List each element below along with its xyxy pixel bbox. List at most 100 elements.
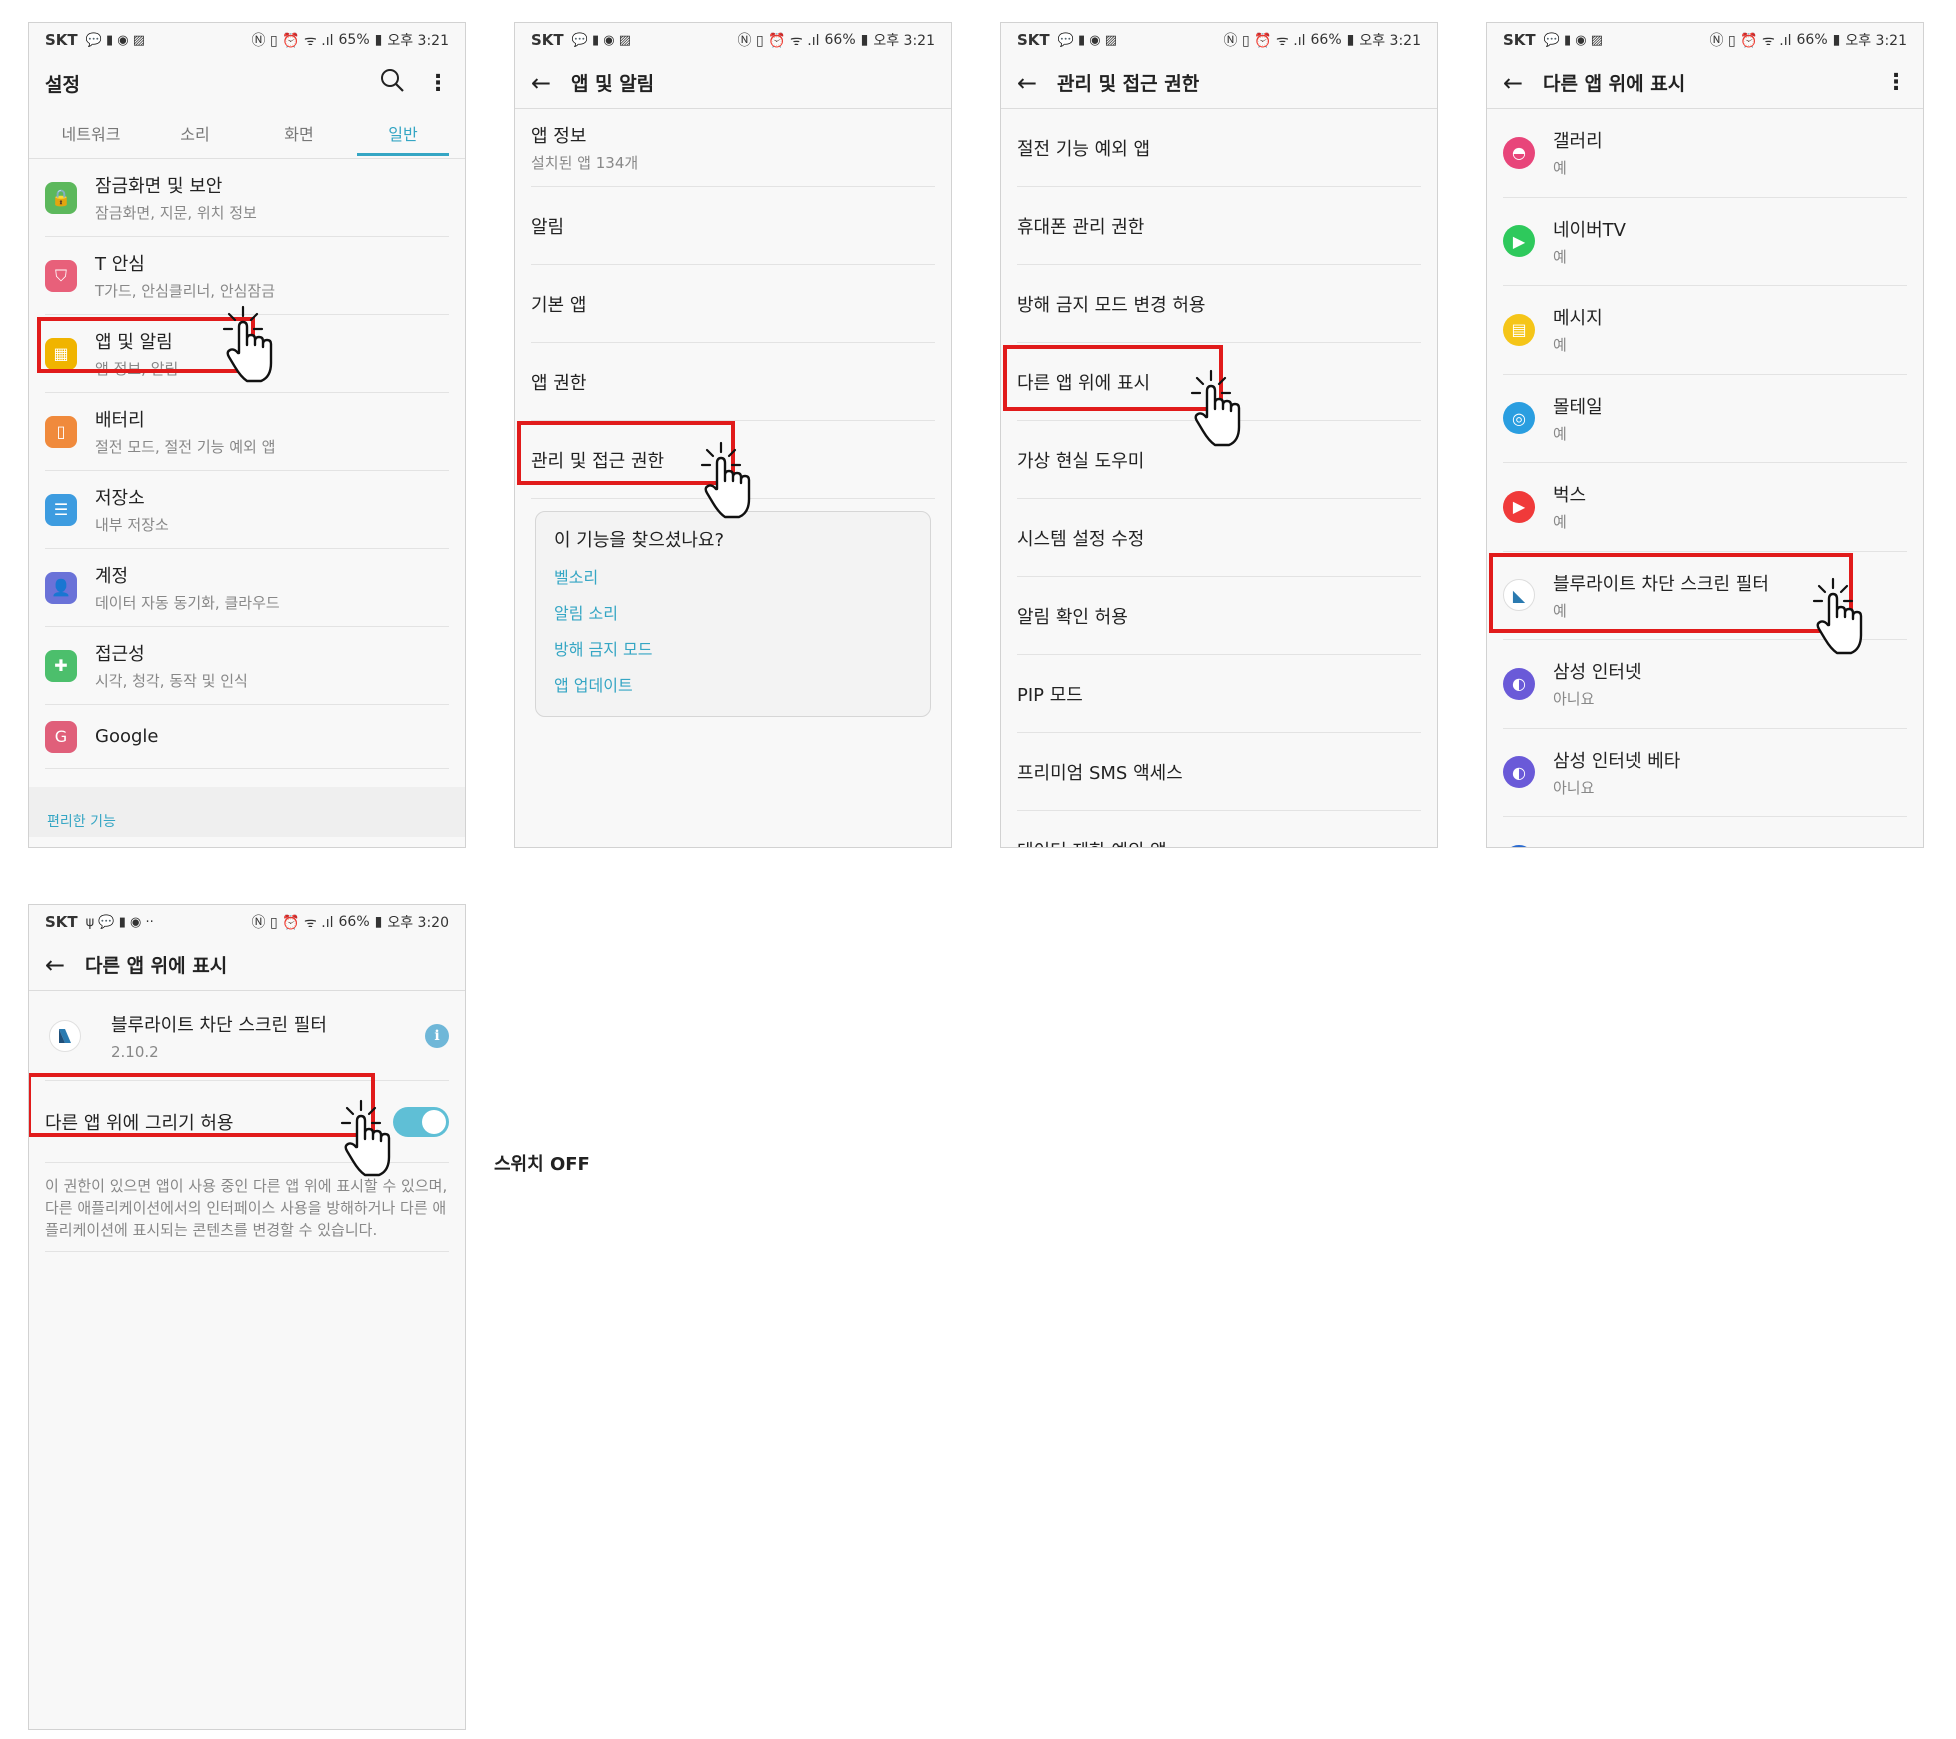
shield-icon: ⛉ [45,259,77,292]
app-name: 삼성 인터넷 베타 [1553,750,1681,772]
menu-item[interactable]: 관리 및 접근 권한 [531,421,935,499]
search-icon[interactable] [379,67,405,99]
notification-icons: 💬 ▮ ◉ ▨ [85,32,146,48]
settings-item[interactable]: 🔒 잠금화면 및 보안 잠금화면, 지문, 위치 정보 [45,159,449,237]
settings-item-summary: 절전 모드, 절전 기능 예외 앱 [95,438,276,456]
access-item-label: 절전 기능 예외 앱 [1017,138,1151,160]
menu-item[interactable]: 기본 앱 [531,265,935,343]
access-item[interactable]: 절전 기능 예외 앱 [1017,109,1421,187]
settings-item-summary: 내부 저장소 [95,516,169,534]
app-name: 메시지 [1553,308,1603,330]
back-arrow-icon[interactable]: ← [1017,69,1047,97]
app-bar: ← 다른 앱 위에 표시 [29,939,465,991]
settings-item[interactable]: G Google [45,705,449,769]
settings-item[interactable]: ⛉ T 안심 T가드, 안심클리너, 안심잠금 [45,237,449,315]
settings-item-summary: T가드, 안심클리너, 안심잠금 [95,282,276,300]
suggestion-link-notification-sound[interactable]: 알림 소리 [554,600,912,624]
app-permission-status: 아니요 [1553,690,1595,709]
more-options-icon[interactable]: ⋮ [427,71,449,96]
lock-icon: 🔒 [45,181,77,214]
back-arrow-icon[interactable]: ← [531,69,561,97]
accessibility-icon: ✚ [45,649,77,682]
back-arrow-icon[interactable]: ← [45,951,75,979]
access-item[interactable]: 가상 현실 도우미 [1017,421,1421,499]
access-item[interactable]: 프리미엄 SMS 액세스 [1017,733,1421,811]
tab-display[interactable]: 화면 [247,109,351,158]
app-list-item[interactable]: ◎ 몰테일 예 [1503,375,1907,463]
settings-item-summary: 잠금화면, 지문, 위치 정보 [95,204,257,222]
suggestion-link-app-update[interactable]: 앱 업데이트 [554,672,912,696]
app-list-item[interactable]: ◓ 갤러리 예 [1503,109,1907,198]
app-list: ◓ 갤러리 예 ▶ 네이버TV 예 ▤ 메시지 예 ◎ 몰테일 예 ▶ 벅스 예 ◣ 블루라이트 차단 스크린 … [1487,109,1923,847]
access-item[interactable]: 다른 앱 위에 표시 [1017,343,1421,421]
carrier-label: SKT [45,31,78,49]
apps-menu-list: 앱 정보 설치된 앱 134개 알림기본 앱앱 권한관리 및 접근 권한 [515,109,951,499]
app-list-item[interactable]: ▶ 벅스 예 [1503,463,1907,552]
suggestion-link-ringtone[interactable]: 벨소리 [554,564,912,588]
menu-item[interactable]: 앱 권한 [531,343,935,421]
app-name: 갤러리 [1553,131,1603,153]
permission-toggle-row[interactable]: 다른 앱 위에 그리기 허용 [45,1081,449,1163]
settings-item[interactable]: 👤 계정 데이터 자동 동기화, 클라우드 [45,549,449,627]
app-name: 블루라이트 차단 스크린 필터 [111,1014,327,1036]
card-icon: ▬ [1503,844,1535,847]
menu-item[interactable]: 앱 정보 설치된 앱 134개 [531,109,935,187]
app-list-item[interactable]: ▤ 메시지 예 [1503,286,1907,375]
app-list-item[interactable]: ▶ 네이버TV 예 [1503,198,1907,286]
screen-app-overlay-permission: SKT ψ 💬 ▮ ◉ ·· Ⓝ ▯ ⏰ ᯤ .ıl 66% ▮ 오후 3:20 ← 다… [28,904,466,1730]
settings-item[interactable]: ☰ 저장소 내부 저장소 [45,471,449,549]
app-name: 삼성 인터넷 [1553,662,1642,684]
app-list-item[interactable]: ◐ 삼성 인터넷아니요 [1503,640,1907,729]
access-item-label: PIP 모드 [1017,684,1083,706]
app-bar: ← 앱 및 알림 [515,57,951,109]
app-list-item[interactable]: ▬삼성애카드 [1503,817,1907,847]
settings-item-summary: 데이터 자동 동기화, 클라우드 [95,594,280,612]
settings-item[interactable]: ✚ 접근성 시각, 청각, 동작 및 인식 [45,627,449,705]
more-options-icon[interactable]: ⋮ [1885,70,1907,95]
back-arrow-icon[interactable]: ← [1503,69,1533,97]
system-icons: Ⓝ ▯ ⏰ ᯤ .ıl [737,33,820,49]
swirl-icon: ◎ [1503,402,1535,435]
page-title: 앱 및 알림 [571,73,655,95]
battery-level: 66% [824,32,856,48]
battery-icon: ▯ [45,415,77,448]
internet-icon: ◐ [1503,667,1535,700]
menu-item-label: 기본 앱 [531,294,587,316]
access-item-label: 데이터 제한 예외 앱 [1017,837,1167,848]
tab-sound[interactable]: 소리 [143,109,247,158]
access-item[interactable]: 알림 확인 허용 [1017,577,1421,655]
carrier-label: SKT [1017,31,1050,49]
access-item-label: 휴대폰 관리 권한 [1017,216,1145,238]
clock: 오후 3:21 [1845,33,1907,49]
access-item[interactable]: 방해 금지 모드 변경 허용 [1017,265,1421,343]
info-icon[interactable]: i [425,1023,449,1048]
app-list-item[interactable]: ◐ 삼성 인터넷 베타 아니요 [1503,729,1907,817]
menu-item-label: 관리 및 접근 권한 [531,450,665,472]
suggestion-link-do-not-disturb[interactable]: 방해 금지 모드 [554,636,912,660]
access-item[interactable]: 데이터 제한 예외 앱 [1017,811,1421,848]
app-permission-status: 아니요 [1553,778,1595,797]
carrier-label: SKT [1503,31,1536,49]
tab-general[interactable]: 일반 [351,109,455,158]
access-item-label: 알림 확인 허용 [1017,606,1128,628]
clock: 오후 3:21 [1359,33,1421,49]
menu-item[interactable]: 알림 [531,187,935,265]
system-icons: Ⓝ ▯ ⏰ ᯤ .ıl [251,915,334,931]
permission-toggle-switch[interactable] [393,1106,449,1137]
access-item[interactable]: 휴대폰 관리 권한 [1017,187,1421,265]
settings-item[interactable]: ▯ 배터리 절전 모드, 절전 기능 예외 앱 [45,393,449,471]
access-item[interactable]: PIP 모드 [1017,655,1421,733]
app-list-item[interactable]: ◣ 블루라이트 차단 스크린 필터 예 [1503,552,1907,640]
settings-item[interactable]: ▦ 앱 및 알림 앱 정보, 알림 [45,315,449,393]
app-permission-status: 예 [1553,513,1567,532]
access-item[interactable]: 시스템 설정 수정 [1017,499,1421,577]
tab-network[interactable]: 네트워크 [39,109,143,158]
settings-item-summary: 앱 정보, 알림 [95,360,179,378]
bugs-icon: ▶ [1503,490,1535,523]
section-header-convenience: 편리한 기능 [29,787,465,837]
access-list: 절전 기능 예외 앱휴대폰 관리 권한방해 금지 모드 변경 허용 다른 앱 위에… [1001,109,1437,848]
app-permission-status: 예 [1553,247,1567,266]
battery-icon: ▮ [860,32,869,48]
toggle-knob [422,1109,446,1134]
page-title: 설정 [45,73,80,96]
